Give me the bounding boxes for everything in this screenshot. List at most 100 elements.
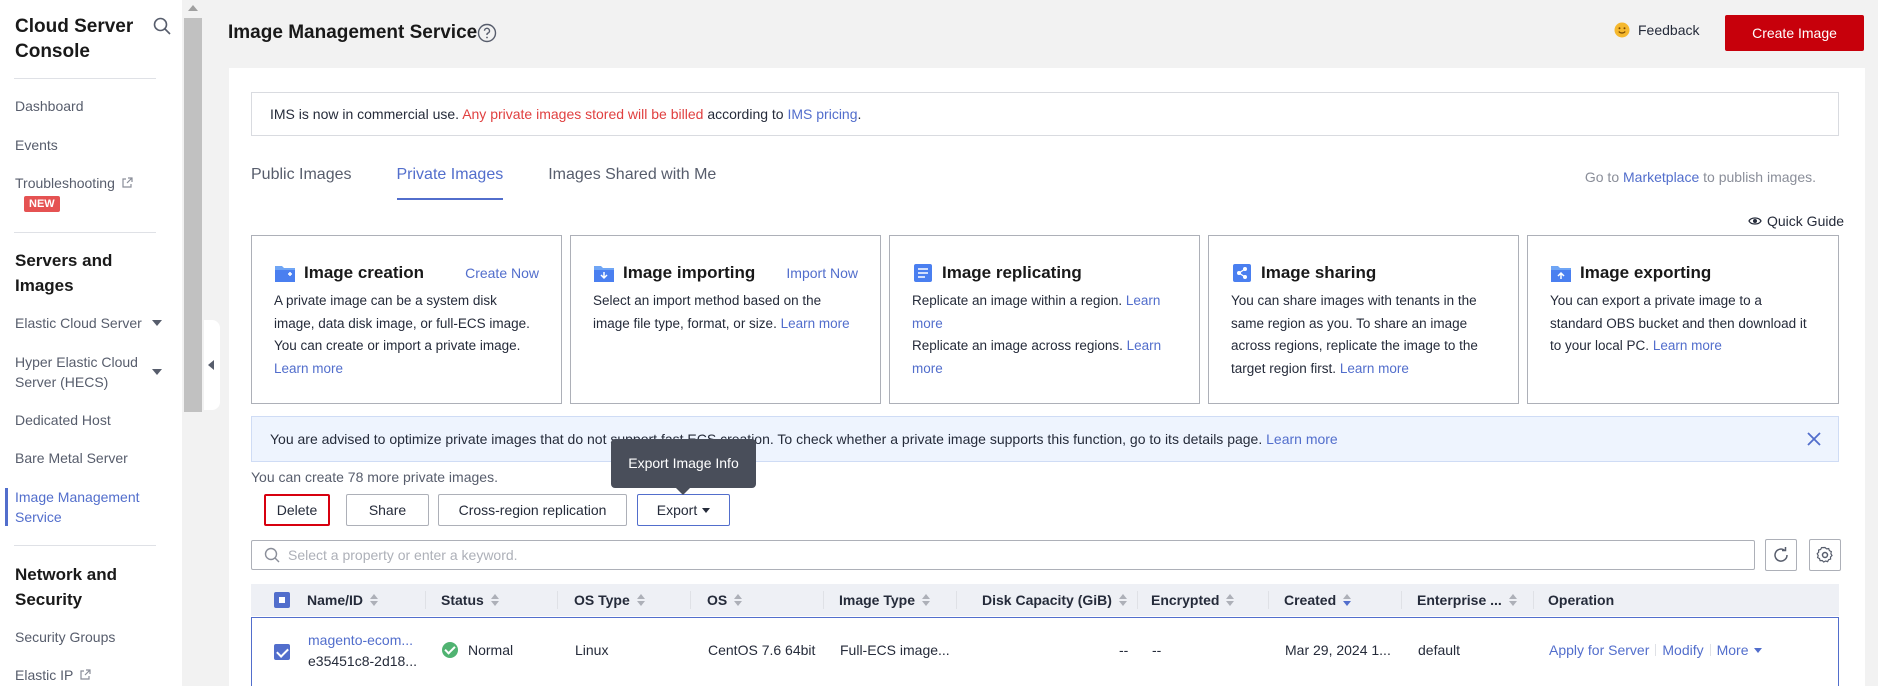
learn-more-link[interactable]: Learn more [1653, 338, 1722, 353]
column-divider [1268, 591, 1269, 609]
search-bar[interactable] [251, 540, 1755, 570]
feature-card-image-exporting: Image exporting You can export a private… [1527, 235, 1839, 404]
ims-pricing-link[interactable]: IMS pricing [787, 106, 857, 122]
column-status[interactable]: Status [441, 584, 499, 616]
feature-card-text: A private image can be a system disk ima… [274, 293, 530, 353]
sort-icon [1508, 594, 1517, 606]
refresh-button[interactable] [1765, 539, 1797, 571]
select-all-checkbox[interactable] [274, 584, 290, 616]
column-disk-capacity[interactable]: Disk Capacity (GiB) [982, 584, 1127, 616]
chevron-down-icon [702, 508, 711, 513]
sidebar-item-bare-metal[interactable]: Bare Metal Server [15, 448, 165, 468]
sidebar-item-ims[interactable]: Image Management Service [15, 487, 145, 527]
column-divider [1401, 591, 1402, 609]
sidebar-item-ecs[interactable]: Elastic Cloud Server [15, 313, 165, 333]
chevron-down-icon [1753, 648, 1762, 653]
modify-link[interactable]: Modify [1662, 642, 1703, 658]
column-enterprise-project[interactable]: Enterprise ... [1417, 584, 1517, 616]
marketplace-hint: Go to Marketplace to publish images. [1585, 169, 1816, 185]
divider [14, 232, 156, 233]
image-replicating-icon [914, 264, 932, 282]
column-encrypted[interactable]: Encrypted [1151, 584, 1235, 616]
image-id: e35451c8-2d18... [308, 653, 417, 669]
scrollbar-thumb[interactable] [184, 18, 202, 412]
column-label: Disk Capacity (GiB) [982, 592, 1112, 608]
delete-button[interactable]: Delete [264, 494, 330, 526]
search-icon[interactable] [152, 16, 172, 36]
settings-button[interactable] [1809, 539, 1841, 571]
sort-icon [1226, 594, 1235, 606]
quick-guide-link[interactable]: Quick Guide [1748, 213, 1844, 229]
sidebar-item-security-groups[interactable]: Security Groups [15, 627, 165, 647]
sidebar-item-events[interactable]: Events [15, 135, 165, 155]
sidebar-item-elastic-ip[interactable]: Elastic IP [15, 665, 165, 685]
share-button[interactable]: Share [346, 494, 429, 526]
row-checkbox[interactable] [274, 644, 290, 660]
more-dropdown[interactable]: More [1717, 642, 1762, 658]
feature-card-title: Image replicating [942, 263, 1082, 282]
learn-more-link[interactable]: Learn more [1340, 361, 1409, 376]
sidebar-item-dashboard[interactable]: Dashboard [15, 96, 165, 116]
learn-more-link[interactable]: Learn more [274, 361, 343, 376]
sidebar-item-troubleshooting[interactable]: Troubleshooting [15, 173, 165, 193]
divider [14, 78, 156, 79]
gear-icon [1816, 546, 1833, 563]
column-label: OS [707, 592, 728, 608]
sort-icon [734, 594, 743, 606]
help-icon[interactable] [477, 23, 497, 43]
sidebar-scrollbar[interactable] [182, 0, 204, 686]
column-divider [425, 591, 426, 609]
column-created[interactable]: Created [1284, 584, 1352, 616]
feedback-link[interactable]: Feedback [1614, 22, 1699, 38]
column-name-id[interactable]: Name/ID [307, 584, 379, 616]
sort-icon [1118, 594, 1127, 606]
column-label: OS Type [574, 592, 630, 608]
created-cell: Mar 29, 2024 1... [1285, 642, 1391, 658]
collapse-sidebar-button[interactable] [204, 320, 220, 410]
import-now-link[interactable]: Import Now [786, 265, 858, 281]
marketplace-link[interactable]: Marketplace [1623, 169, 1699, 185]
search-input[interactable] [288, 547, 1688, 563]
checkbox-partial-icon [274, 592, 290, 608]
divider [1709, 644, 1711, 656]
create-now-link[interactable]: Create Now [465, 265, 539, 281]
close-icon[interactable] [1806, 431, 1822, 447]
scroll-up-arrow-icon[interactable] [188, 5, 198, 11]
learn-more-link[interactable]: Learn more [781, 316, 850, 331]
column-label: Name/ID [307, 592, 364, 608]
sort-icon [1343, 594, 1352, 606]
tab-images-shared-with-me[interactable]: Images Shared with Me [548, 166, 716, 200]
divider [1655, 644, 1657, 656]
encrypted-cell: -- [1152, 642, 1162, 658]
create-image-button[interactable]: Create Image [1725, 15, 1864, 51]
feature-card-title: Image sharing [1261, 263, 1377, 282]
sidebar-item-hecs[interactable]: Hyper Elastic Cloud Server (HECS) [15, 352, 140, 392]
column-os-type[interactable]: OS Type [574, 584, 645, 616]
checkbox-checked-icon [274, 644, 290, 660]
notice-text: according to [707, 106, 784, 122]
image-name-link[interactable]: magento-ecom... [308, 630, 417, 651]
refresh-icon [1774, 547, 1788, 562]
tab-public-images[interactable]: Public Images [251, 166, 352, 200]
chevron-down-icon[interactable] [152, 320, 162, 326]
chevron-down-icon[interactable] [152, 369, 162, 375]
tab-private-images[interactable]: Private Images [396, 166, 503, 200]
column-os[interactable]: OS [707, 584, 743, 616]
image-tabs: Public Images Private Images Images Shar… [251, 166, 761, 200]
learn-more-link[interactable]: Learn more [1266, 431, 1338, 447]
apply-for-server-link[interactable]: Apply for Server [1549, 642, 1649, 658]
sidebar-item-dedicated-host[interactable]: Dedicated Host [15, 410, 165, 430]
sort-icon [636, 594, 645, 606]
image-sharing-icon [1233, 264, 1251, 282]
quota-text: You can create 78 more private images. [251, 469, 498, 485]
check-circle-icon [442, 642, 458, 658]
column-image-type[interactable]: Image Type [839, 584, 930, 616]
external-link-icon [122, 177, 133, 188]
new-badge: NEW [24, 196, 60, 212]
marketplace-text: Go to [1584, 169, 1620, 185]
export-dropdown-button[interactable]: Export [637, 494, 730, 526]
notice-text: . [857, 106, 862, 122]
cross-region-replication-button[interactable]: Cross-region replication [438, 494, 627, 526]
page-title: Image Management Service [228, 22, 478, 43]
table-row[interactable]: magento-ecom... e35451c8-2d18... Normal … [251, 617, 1839, 686]
